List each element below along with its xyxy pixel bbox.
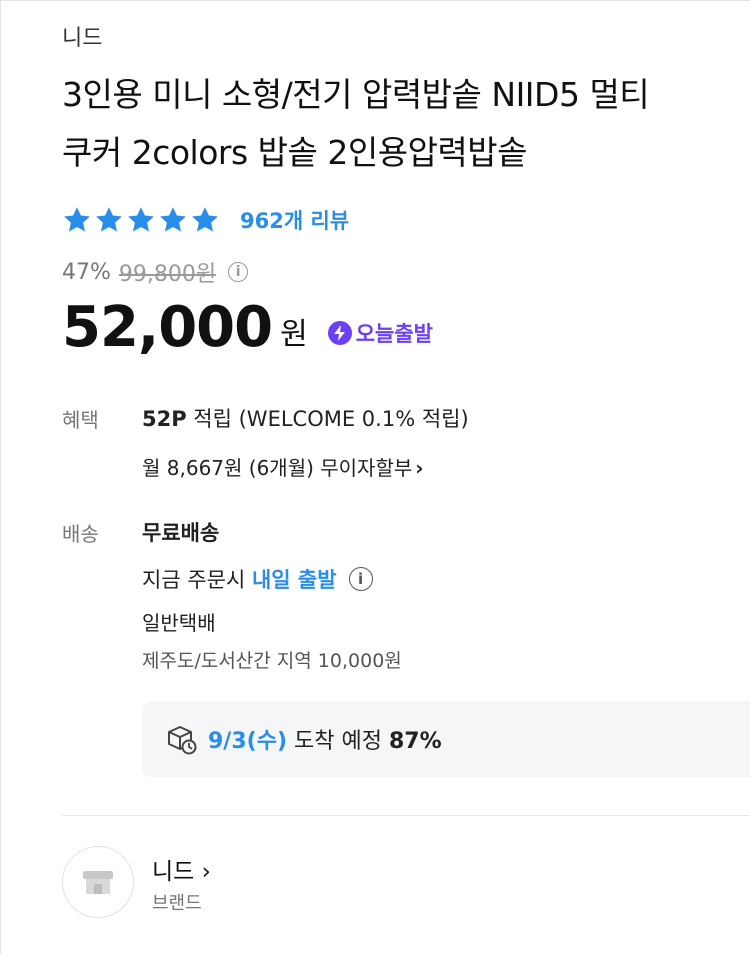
chevron-right-icon: ›: [415, 456, 424, 480]
sale-price: 52,000: [62, 295, 273, 360]
left-border: [0, 0, 1, 954]
star-icon: [128, 207, 154, 232]
star-icon: [96, 207, 122, 232]
top-border: [0, 0, 750, 1]
jeju-shipping-note: 제주도/도서산간 지역 10,000원: [142, 650, 402, 672]
today-shipping-label: 오늘출발: [355, 322, 433, 346]
product-title-line1: 3인용 미니 소형/전기 압력밥솥 NIID5 멀티: [62, 75, 650, 114]
info-icon[interactable]: i: [228, 262, 249, 282]
star-icon: [192, 207, 218, 232]
original-price: 99,800원: [118, 262, 217, 287]
installment-text: 월 8,667원 (6개월) 무이자할부: [142, 456, 413, 480]
product-title-line2: 쿠커 2colors 밥솥 2인용압력밥솥: [62, 133, 528, 172]
delivery-box-icon: [168, 726, 197, 755]
price-meta: 47% 99,800원 i: [62, 256, 249, 288]
store-avatar[interactable]: [62, 846, 134, 918]
shipping-fee: 무료배송: [142, 521, 220, 545]
product-title: 3인용 미니 소형/전기 압력밥솥 NIID5 멀티 쿠커 2colors 밥솥…: [62, 66, 750, 182]
review-count-link[interactable]: 962개 리뷰: [240, 205, 349, 235]
installment-link[interactable]: 월 8,667원 (6개월) 무이자할부 ›: [142, 452, 424, 481]
product-detail-page: 니드 3인용 미니 소형/전기 압력밥솥 NIID5 멀티 쿠커 2colors…: [0, 0, 750, 954]
delivery-estimate-box: 9/3(수) 도착 예정 87%: [142, 701, 750, 777]
today-shipping-badge: 오늘출발: [327, 318, 433, 348]
lightning-icon: [327, 321, 352, 345]
currency-unit: 원: [280, 317, 308, 352]
star-icon: [160, 207, 186, 232]
benefit-label: 혜택: [62, 408, 99, 432]
star-icon: [64, 207, 90, 232]
order-dispatch-prefix: 지금 주문시: [142, 568, 252, 592]
rating-row[interactable]: 962개 리뷰: [62, 205, 349, 235]
order-dispatch-row: 지금 주문시 내일 출발 i: [142, 564, 373, 594]
carrier: 일반택배: [142, 611, 216, 635]
shipping-label: 배송: [62, 522, 99, 546]
benefit-points-amount: 52P: [142, 407, 187, 431]
order-dispatch-highlight: 내일 출발: [251, 568, 337, 592]
delivery-probability: 87%: [388, 729, 442, 754]
delivery-estimate-middle: 도착 예정: [287, 729, 389, 754]
store-icon: [83, 871, 113, 894]
price-row: 52,000 원 오늘출발: [62, 298, 433, 358]
store-type: 브랜드: [152, 893, 202, 914]
section-divider: [62, 815, 750, 816]
info-icon[interactable]: i: [348, 567, 373, 591]
star-rating: [62, 205, 222, 235]
benefit-points: 52P 적립 (WELCOME 0.1% 적립): [142, 403, 469, 433]
delivery-date: 9/3(수): [208, 729, 287, 754]
benefit-points-detail: 적립 (WELCOME 0.1% 적립): [186, 407, 469, 431]
discount-rate: 47%: [62, 259, 111, 285]
delivery-estimate-text: 9/3(수) 도착 예정 87%: [208, 723, 442, 755]
store-name-link[interactable]: 니드 ›: [152, 852, 211, 886]
brand-link[interactable]: 니드: [62, 20, 102, 52]
